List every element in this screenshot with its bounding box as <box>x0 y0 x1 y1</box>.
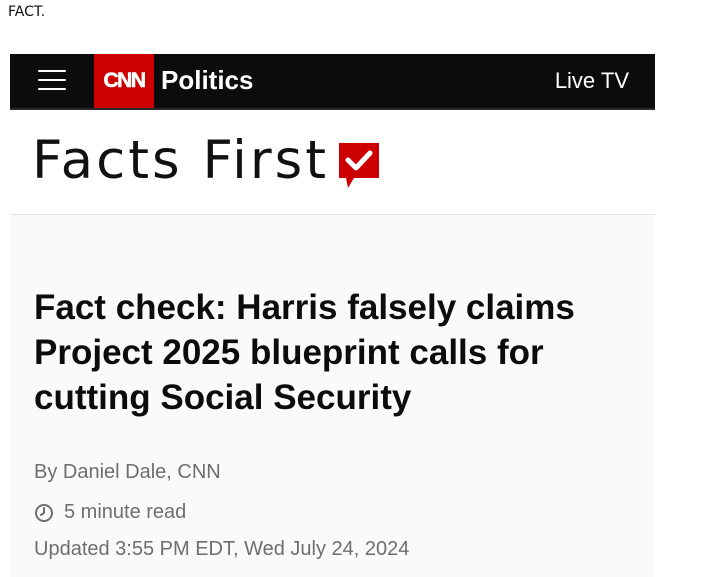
article-byline: By Daniel Dale, CNN <box>34 461 221 483</box>
image-caption: FACT. <box>8 4 46 20</box>
hamburger-menu-icon[interactable] <box>38 68 66 92</box>
cnn-logo[interactable]: CNN <box>94 54 154 108</box>
article-headline: Fact check: Harris falsely claims Projec… <box>34 288 575 417</box>
top-navigation-bar: CNN Politics Live TV <box>10 54 655 110</box>
checkmark-speech-bubble-icon <box>339 143 379 188</box>
read-time-label: 5 minute read <box>64 501 187 523</box>
cnn-logo-text: CNN <box>103 69 146 93</box>
section-title-politics[interactable]: Politics <box>161 65 253 96</box>
clock-icon <box>35 503 53 522</box>
live-tv-link[interactable]: Live TV <box>555 68 629 94</box>
article-header: Fact check: Harris falsely claims Projec… <box>10 215 655 577</box>
read-time: 5 minute read <box>34 501 186 524</box>
facts-first-banner: Facts First <box>10 110 655 215</box>
cnn-page: CNN Politics Live TV Facts First Fact ch… <box>10 54 655 577</box>
updated-timestamp: Updated 3:55 PM EDT, Wed July 24, 2024 <box>34 538 410 560</box>
facts-first-title: Facts First <box>32 130 330 191</box>
